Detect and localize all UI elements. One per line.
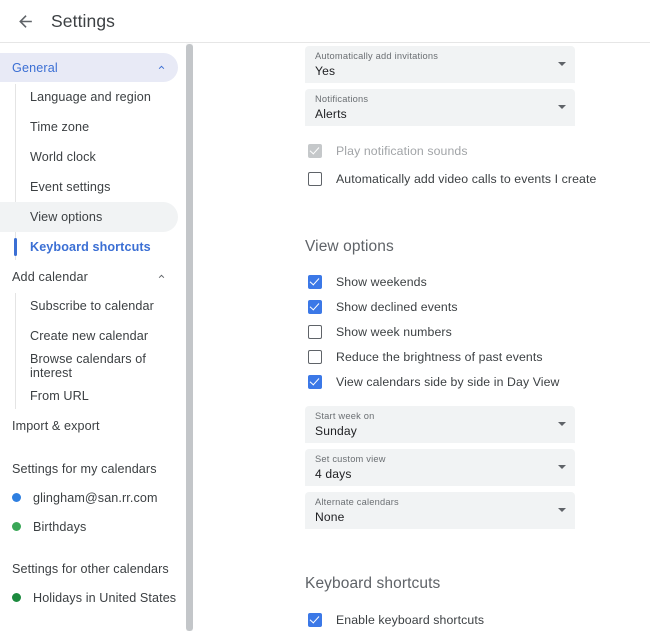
auto-add-video-calls-row[interactable]: Automatically add video calls to events …: [308, 166, 632, 191]
enable-keyboard-shortcuts-checkbox[interactable]: [308, 612, 322, 627]
sidebar-general-items: Language and region Time zone World cloc…: [0, 82, 186, 262]
app-header: Settings: [0, 0, 650, 42]
sidebar-item-subscribe-to-calendar[interactable]: Subscribe to calendar: [0, 291, 178, 321]
notifications-value: Alerts: [315, 107, 347, 121]
sidebar-item-browse-calendars-of-interest[interactable]: Browse calendars of interest: [0, 351, 178, 381]
set-custom-view-dropdown[interactable]: Set custom view 4 days: [305, 449, 575, 486]
calendar-color-dot: [12, 493, 21, 502]
caret-down-icon: [558, 62, 566, 66]
sidebar-group-add-calendar[interactable]: Add calendar: [0, 262, 178, 291]
enable-keyboard-shortcuts-label: Enable keyboard shortcuts: [336, 612, 485, 627]
sidebar-item-label: Event settings: [30, 180, 111, 194]
view-calendars-side-by-side-row[interactable]: View calendars side by side in Day View: [308, 369, 632, 394]
sidebar-item-label: Create new calendar: [30, 329, 149, 343]
auto-add-invitations-label: Automatically add invitations: [315, 51, 439, 61]
sidebar-scrollbar-thumb[interactable]: [186, 44, 193, 631]
set-custom-view-label: Set custom view: [315, 454, 386, 464]
main-content: Automatically add invitations Yes ? Noti…: [193, 43, 650, 631]
notifications-label: Notifications: [315, 94, 369, 104]
sidebar-item-view-options[interactable]: View options: [0, 202, 178, 232]
reduce-brightness-past-events-row[interactable]: Reduce the brightness of past events: [308, 344, 632, 369]
enable-keyboard-shortcuts-row[interactable]: Enable keyboard shortcuts: [308, 607, 632, 631]
start-week-on-value: Sunday: [315, 424, 357, 438]
auto-add-video-calls-label: Automatically add video calls to events …: [336, 171, 597, 186]
back-button[interactable]: [8, 4, 42, 38]
show-week-numbers-label: Show week numbers: [336, 324, 452, 339]
calendar-name: glingham@san.rr.com: [33, 490, 158, 505]
sidebar-item-import-export[interactable]: Import & export: [0, 411, 178, 441]
play-notification-sounds-label: Play notification sounds: [336, 143, 468, 158]
sidebar-item-label: Language and region: [30, 90, 151, 104]
sidebar-add-calendar-items: Subscribe to calendar Create new calenda…: [0, 291, 186, 411]
play-notification-sounds-row: Play notification sounds: [308, 138, 632, 163]
show-weekends-label: Show weekends: [336, 274, 427, 289]
sidebar-item-time-zone[interactable]: Time zone: [0, 112, 178, 142]
chevron-up-icon: [154, 270, 168, 284]
show-declined-events-checkbox[interactable]: [308, 299, 322, 314]
sidebar-calendar-glingham[interactable]: glingham@san.rr.com: [0, 483, 178, 512]
sidebar-group-add-calendar-label: Add calendar: [12, 269, 89, 284]
reduce-brightness-past-events-label: Reduce the brightness of past events: [336, 349, 543, 364]
show-weekends-row[interactable]: Show weekends: [308, 269, 632, 294]
view-calendars-side-by-side-checkbox[interactable]: [308, 374, 322, 389]
sidebar-item-label: Browse calendars of interest: [30, 352, 146, 380]
auto-add-invitations-dropdown[interactable]: Automatically add invitations Yes: [305, 46, 575, 83]
sidebar-item-world-clock[interactable]: World clock: [0, 142, 178, 172]
keyboard-shortcuts-heading: Keyboard shortcuts: [305, 575, 441, 592]
sidebar-item-label: Import & export: [12, 419, 100, 433]
set-custom-view-value: 4 days: [315, 467, 352, 481]
sidebar: General Language and region Time zone Wo…: [0, 43, 186, 631]
sidebar-item-label: View options: [30, 210, 103, 224]
show-week-numbers-row[interactable]: Show week numbers: [308, 319, 632, 344]
show-declined-events-label: Show declined events: [336, 299, 458, 314]
show-weekends-checkbox[interactable]: [308, 274, 322, 289]
chevron-up-icon: [154, 61, 168, 75]
calendar-color-dot: [12, 522, 21, 531]
sidebar-calendar-birthdays[interactable]: Birthdays: [0, 512, 178, 541]
arrow-left-icon: [18, 14, 32, 28]
view-options-heading: View options: [305, 238, 394, 255]
alternate-calendars-value: None: [315, 510, 345, 524]
caret-down-icon: [558, 465, 566, 469]
show-week-numbers-checkbox[interactable]: [308, 324, 322, 339]
settings-page: Settings General Language and region Tim…: [0, 0, 650, 631]
caret-down-icon: [558, 422, 566, 426]
start-week-on-dropdown[interactable]: Start week on Sunday: [305, 406, 575, 443]
sidebar-item-from-url[interactable]: From URL: [0, 381, 178, 411]
caret-down-icon: [558, 508, 566, 512]
alternate-calendars-dropdown[interactable]: Alternate calendars None: [305, 492, 575, 529]
calendar-name: Holidays in United States: [33, 590, 177, 605]
play-notification-sounds-checkbox: [308, 143, 322, 158]
sidebar-item-label: World clock: [30, 150, 96, 164]
auto-add-video-calls-checkbox[interactable]: [308, 171, 322, 186]
sidebar-section-my-calendars: Settings for my calendars: [12, 462, 157, 476]
calendar-name: Birthdays: [33, 519, 87, 534]
sidebar-item-label: Keyboard shortcuts: [30, 240, 151, 254]
sidebar-group-general-label: General: [12, 60, 58, 75]
auto-add-invitations-value: Yes: [315, 64, 336, 78]
sidebar-item-label: Time zone: [30, 120, 90, 134]
sidebar-group-general[interactable]: General: [0, 53, 178, 82]
sidebar-item-keyboard-shortcuts[interactable]: Keyboard shortcuts: [0, 232, 178, 262]
sidebar-item-language-and-region[interactable]: Language and region: [0, 82, 178, 112]
sidebar-item-label: From URL: [30, 389, 89, 403]
view-calendars-side-by-side-label: View calendars side by side in Day View: [336, 374, 560, 389]
sidebar-item-create-new-calendar[interactable]: Create new calendar: [0, 321, 178, 351]
calendar-color-dot: [12, 593, 21, 602]
sidebar-item-label: Subscribe to calendar: [30, 299, 154, 313]
sidebar-section-other-calendars: Settings for other calendars: [12, 562, 169, 576]
alternate-calendars-label: Alternate calendars: [315, 497, 399, 507]
sidebar-calendar-holidays-in-united-states[interactable]: Holidays in United States: [0, 583, 178, 612]
reduce-brightness-past-events-checkbox[interactable]: [308, 349, 322, 364]
start-week-on-label: Start week on: [315, 411, 375, 421]
notifications-dropdown[interactable]: Notifications Alerts: [305, 89, 575, 126]
page-title: Settings: [51, 10, 116, 31]
caret-down-icon: [558, 105, 566, 109]
sidebar-item-event-settings[interactable]: Event settings: [0, 172, 178, 202]
show-declined-events-row[interactable]: Show declined events: [308, 294, 632, 319]
